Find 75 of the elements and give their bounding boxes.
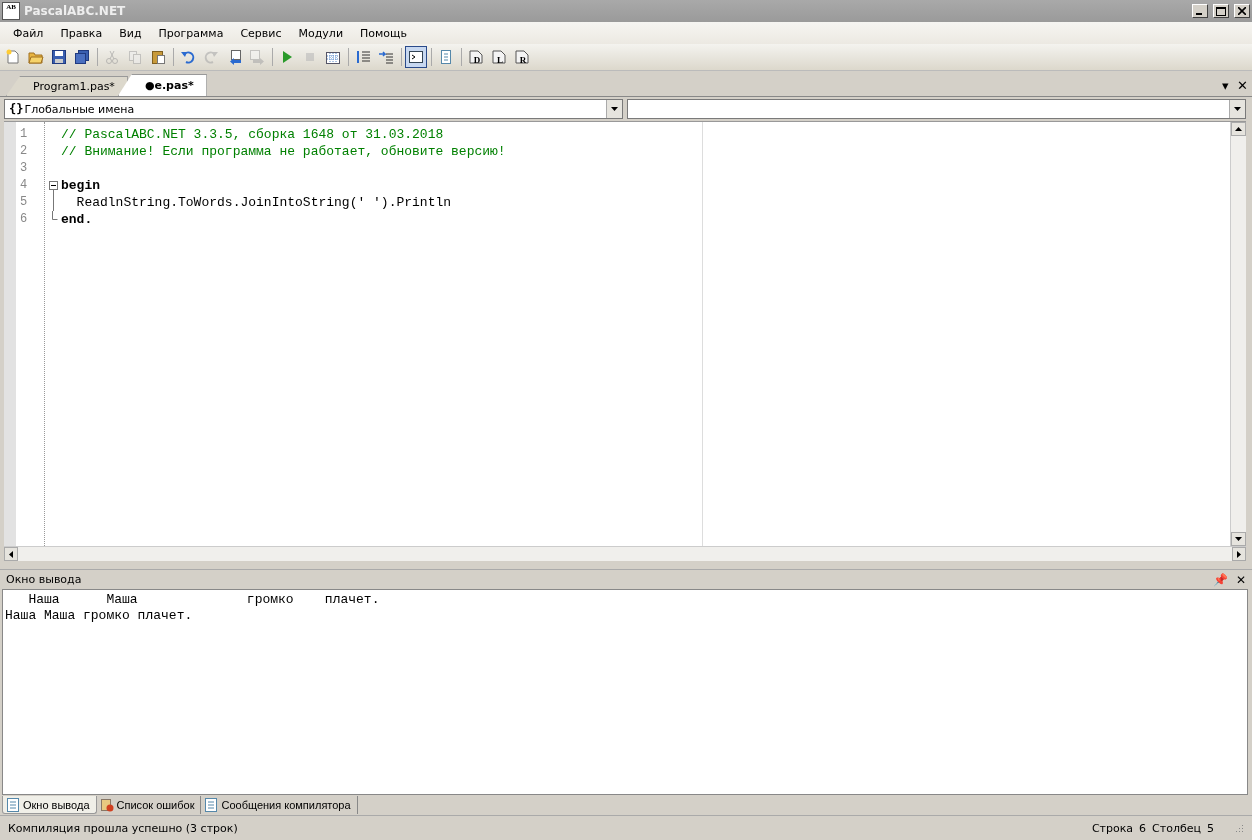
fold-end-icon [52,211,58,220]
grid-icon [325,49,341,65]
code-line: begin [61,177,100,194]
scroll-right-button[interactable] [1232,547,1246,561]
redo-icon [203,49,219,65]
line-number: 1 [19,126,29,143]
dropdown-arrow-icon [1234,107,1241,111]
left-arrow-icon [9,550,13,558]
down-arrow-icon [1235,537,1242,541]
close-icon [1238,7,1246,15]
copy-icon [127,49,143,65]
maximize-icon [1216,6,1226,16]
document-list-icon [204,798,219,812]
line-number: 3 [19,160,29,177]
save-all-icon [74,49,90,65]
close-panel-button[interactable]: ✕ [1234,572,1252,587]
code-line: // Внимание! Если программа не работает, обновите версию! [61,143,506,160]
new-file-icon [5,49,21,65]
open-folder-icon [28,49,44,65]
menu-item[interactable]: Правка [53,24,110,42]
console-icon [408,49,424,65]
row-value: 6 [1139,821,1147,835]
code-editor[interactable]: 1 2 3 4 5 6 // PascalABC.NET 3.3.5, сборка 1648 от 31.03.2018 // Внимание! Если программа не работает, обновите версию! begin ReadlnString.ToWords.JoinIntoString(' ').Println end. [4,121,1246,546]
code-line: ReadlnString.ToWords.JoinIntoString(' ').Println [75,194,452,211]
minimize-button[interactable] [1192,4,1208,18]
maximize-button[interactable] [1213,4,1229,18]
scroll-left-button[interactable] [4,547,18,561]
indent-icon [355,49,371,65]
line-number: 2 [19,143,29,160]
up-arrow-icon [1235,127,1242,131]
line-number: 6 [19,211,29,228]
error-list-icon [99,798,114,812]
dropdown-arrow-icon [611,107,618,111]
menu-item[interactable]: Вид [112,24,149,42]
status-message: Компиляция прошла успешно (3 строк) [8,821,239,835]
save-icon [51,49,67,65]
scroll-down-button[interactable] [1231,532,1246,546]
undo-icon [180,49,196,65]
close-button[interactable] [1234,4,1250,18]
resize-grip-icon [1234,823,1244,833]
column-value: 5 [1207,821,1214,835]
paste-icon [150,49,166,65]
menu-item[interactable]: Модули [291,24,351,42]
menu-item[interactable]: Программа [151,24,231,42]
menu-item[interactable]: Сервис [233,24,289,42]
menu-item[interactable]: Файл [6,24,51,42]
close-tab-button[interactable]: ✕ [1233,77,1252,93]
file-tab[interactable]: ●e.pas* [117,74,207,96]
menu-item[interactable]: Помощь [353,24,414,42]
file-tab[interactable]: Program1.pas* [6,76,128,96]
panel-tab[interactable]: Сообщения компилятора [201,796,358,814]
scope-dropdown[interactable]: {}Глобальные имена [4,99,623,119]
fold-minus-icon[interactable] [48,181,58,194]
output-line: Наша Маша громко плачет. [27,592,381,608]
panel-tab[interactable]: Окно вывода [2,796,97,814]
window-title: PascalABC.NET [24,4,127,18]
outdent-icon [378,49,394,65]
panel-title: Окно вывода [6,573,83,586]
document-icon [438,49,454,65]
panel-tab[interactable]: Список ошибок [96,796,202,814]
fold-line-icon [51,194,55,211]
cut-icon [104,49,120,65]
line-number: 5 [19,194,29,211]
member-dropdown[interactable] [627,99,1246,119]
code-line: // PascalABC.NET 3.3.5, сборка 1648 от 31.03.2018 [61,126,444,143]
code-line: end. [61,211,93,228]
document-list-icon [6,797,20,812]
row-label: Строка [1091,821,1134,835]
column-label: Столбец [1152,821,1201,835]
right-arrow-icon [1237,550,1241,558]
output-line: Наша Маша громко плачет. [5,608,194,624]
toolbar-button[interactable] [405,46,427,68]
tab-list-button[interactable]: ▾ [1218,77,1233,93]
line-number: 4 [19,177,29,194]
scroll-up-button[interactable] [1231,122,1246,136]
